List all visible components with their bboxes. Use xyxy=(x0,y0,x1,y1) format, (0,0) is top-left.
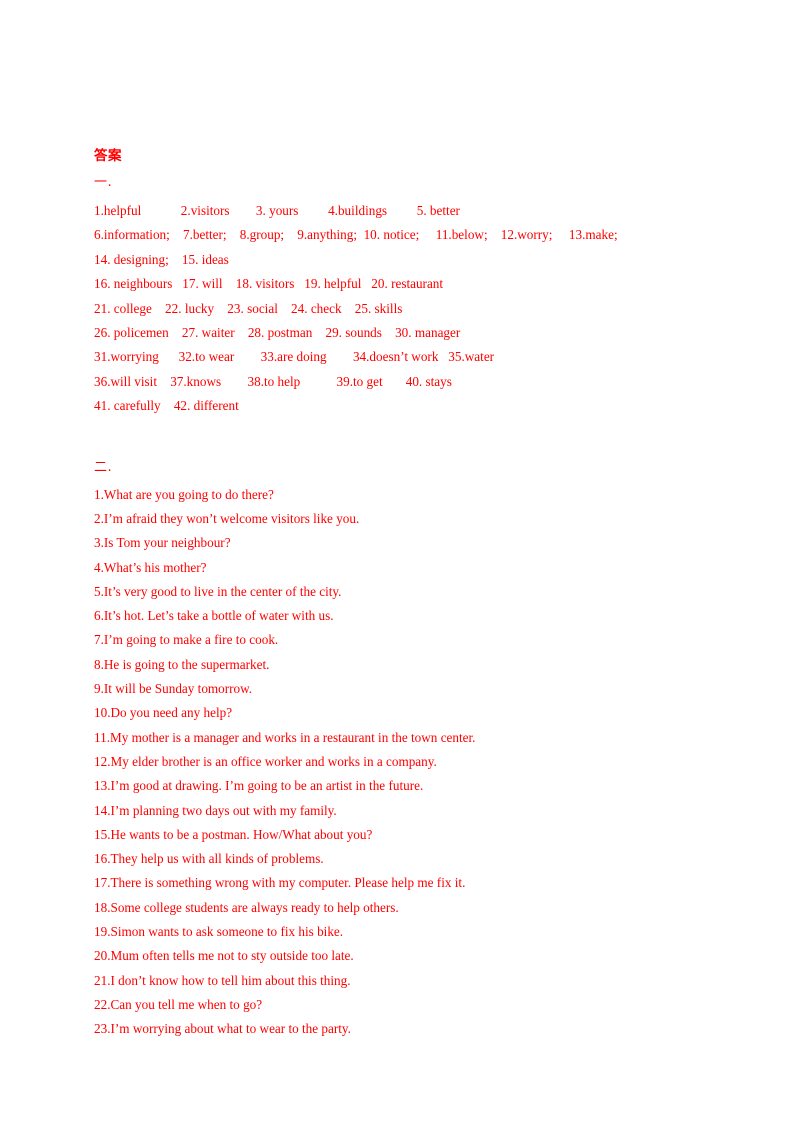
sentence-line: 4.What’s his mother? xyxy=(94,559,207,575)
answer-line: 14. designing; 15. ideas xyxy=(94,251,229,267)
answer-line: 36.will visit 37.knows 38.to help 39.to … xyxy=(94,373,452,389)
sentence-line: 7.I’m going to make a fire to cook. xyxy=(94,632,279,648)
sentence-line: 20.Mum often tells me not to sty outside… xyxy=(94,948,354,964)
answer-line: 6.information; 7.better; 8.group; 9.anyt… xyxy=(94,227,618,243)
answer-line: 31.worrying 32.to wear 33.are doing 34.d… xyxy=(94,349,495,365)
answer-line: 1.helpful 2.visitors 3. yours 4.building… xyxy=(94,203,460,218)
sentence-line: 23.I’m worrying about what to wear to th… xyxy=(94,1021,351,1037)
sentence-line: 19.Simon wants to ask someone to fix his… xyxy=(94,924,344,939)
sentence-line: 10.Do you need any help? xyxy=(94,705,233,721)
page-title: 答案 xyxy=(94,148,122,164)
section-label-two: 二. xyxy=(94,459,113,475)
document-content: 答案 一. 1.helpful 2.visitors 3. yours 4.bu… xyxy=(94,144,714,1041)
sentence-line: 3.Is Tom your neighbour? xyxy=(94,535,231,551)
sentence-line: 14.I’m planning two days out with my fam… xyxy=(94,802,337,818)
answer-key-section: 1.helpful 2.visitors 3. yours 4.building… xyxy=(94,199,714,419)
sentence-line: 6.It’s hot. Let’s take a bottle of water… xyxy=(94,608,334,624)
sentence-line: 15.He wants to be a postman. How/What ab… xyxy=(94,826,373,842)
sentence-line: 16.They help us with all kinds of proble… xyxy=(94,851,324,867)
answer-line: 16. neighbours 17. will 18. visitors 19.… xyxy=(94,276,444,292)
sentence-line: 5.It’s very good to live in the center o… xyxy=(94,583,342,599)
answer-line: 21. college 22. lucky 23. social 24. che… xyxy=(94,300,403,316)
sentence-line: 13.I’m good at drawing. I’m going to be … xyxy=(94,778,424,794)
sentence-line: 11.My mother is a manager and works in a… xyxy=(94,729,476,745)
answer-line: 41. carefully 42. different xyxy=(94,398,239,414)
sentence-answers-section: 1.What are you going to do there? 2.I’m … xyxy=(94,483,714,1042)
sentence-line: 8.He is going to the supermarket. xyxy=(94,656,270,672)
sentence-line: 21.I don’t know how to tell him about th… xyxy=(94,972,351,988)
sentence-line: 2.I’m afraid they won’t welcome visitors… xyxy=(94,510,360,526)
sentence-line: 9.It will be Sunday tomorrow. xyxy=(94,681,253,697)
sentence-line: 1.What are you going to do there? xyxy=(94,486,274,502)
sentence-line: 12.My elder brother is an office worker … xyxy=(94,753,437,769)
document-page: 答案 一. 1.helpful 2.visitors 3. yours 4.bu… xyxy=(0,0,794,1123)
sentence-line: 18.Some college students are always read… xyxy=(94,899,399,915)
answer-line: 26. policemen 27. waiter 28. postman 29.… xyxy=(94,325,461,341)
sentence-line: 17.There is something wrong with my comp… xyxy=(94,875,466,891)
section-label-one: 一. xyxy=(94,175,113,190)
sentence-line: 22.Can you tell me when to go? xyxy=(94,996,263,1012)
